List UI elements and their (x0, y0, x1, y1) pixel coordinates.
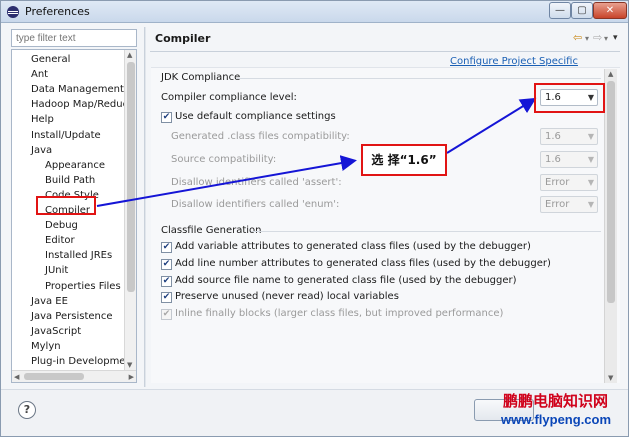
arrow-to-select (446, 97, 537, 154)
compiler-highlight-box (36, 196, 96, 215)
annotation-callout: 选 择“1.6” (361, 144, 447, 176)
watermark-url: www.flypeng.com (501, 412, 612, 427)
arrow-to-callout (96, 155, 357, 207)
watermark-site-name: 鹏鹏电脑知识网 (503, 392, 609, 410)
select-highlight-box (534, 83, 605, 113)
preferences-window: Preferences — ▢ ✕ GeneralAntData Managem… (0, 0, 629, 437)
annotation-arrows (96, 97, 537, 207)
help-button[interactable]: ? (18, 401, 36, 419)
